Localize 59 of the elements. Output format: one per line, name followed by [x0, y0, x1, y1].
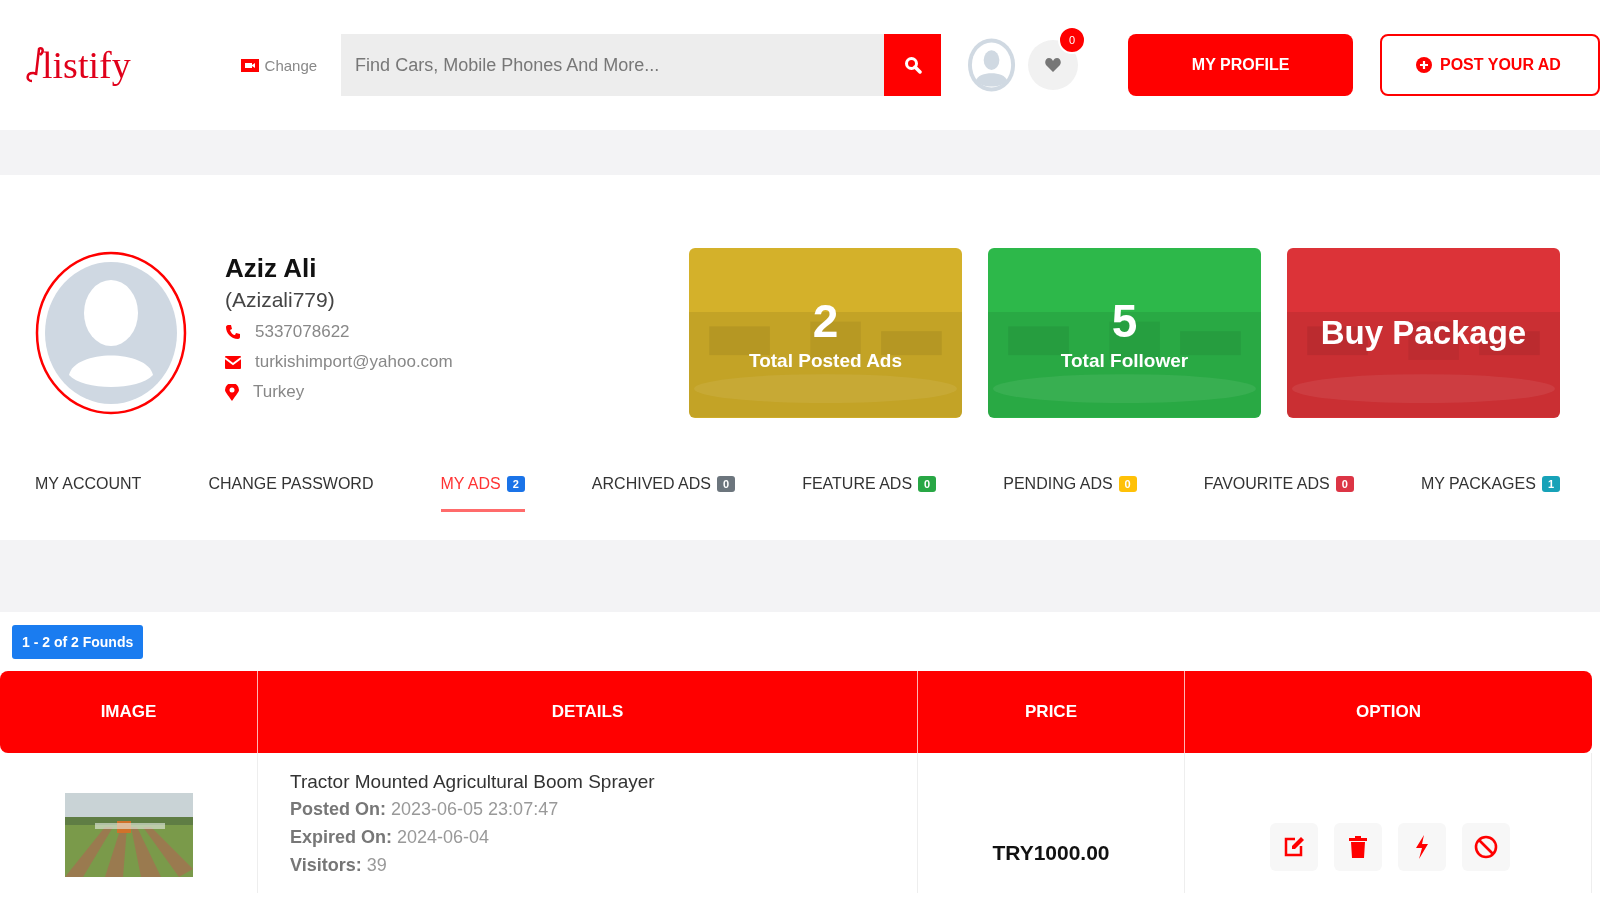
edit-icon [1283, 836, 1305, 858]
feature-button[interactable] [1398, 823, 1446, 871]
user-name: Aziz Ali [225, 253, 318, 284]
tab[interactable]: MY ADS 2 [440, 465, 525, 512]
ad-detail: Visitors: 39 [290, 855, 388, 876]
phone-number: 5337078622 [255, 322, 350, 342]
email-address: turkishimport@yahoo.com [255, 352, 453, 372]
stat-label: Total Follower [1060, 349, 1189, 372]
heart-icon [1045, 58, 1062, 72]
delete-button[interactable] [1334, 823, 1382, 871]
search-field[interactable]: Find Cars, Mobile Phones And More... [341, 34, 885, 96]
plus-circle-icon [1416, 57, 1432, 73]
avatar-icon [35, 250, 187, 415]
deactivate-button[interactable] [1462, 823, 1510, 871]
my-profile-button[interactable]: MY PROFILE [1128, 34, 1353, 96]
logo[interactable]: listify [26, 43, 203, 87]
count-badge: 2 [506, 476, 525, 492]
change-location-button[interactable]: Change [240, 56, 318, 74]
camera-icon [240, 58, 259, 72]
column-header: IMAGE [0, 671, 258, 753]
favourites-count-badge: 0 [1058, 26, 1087, 54]
count-badge: 0 [1118, 476, 1137, 492]
ad-title[interactable]: Tractor Mounted Agricultural Boom Sprayer [290, 771, 917, 793]
ban-icon [1474, 835, 1498, 859]
stat-card[interactable]: Buy Package [1287, 247, 1560, 418]
tab[interactable]: MY ACCOUNT [35, 465, 142, 512]
tab[interactable]: MY PACKAGES 1 [1420, 465, 1560, 512]
results-count-badge: 1 - 2 of 2 Founds [12, 625, 144, 659]
column-header: OPTION [1354, 701, 1423, 723]
location-text: Turkey [253, 382, 305, 402]
edit-button[interactable] [1270, 823, 1318, 871]
post-ad-button[interactable]: POST YOUR AD [1380, 34, 1600, 96]
phone-icon [225, 324, 241, 340]
ad-detail: Expired On: 2024-06-04 [290, 827, 491, 848]
tab[interactable]: FEATURE ADS 0 [802, 465, 937, 512]
stat-label: Buy Package [1320, 313, 1527, 352]
count-badge: 0 [717, 476, 736, 492]
stat-value: 2 [812, 293, 839, 348]
tab[interactable]: FAVOURITE ADS 0 [1203, 465, 1354, 512]
stat-value: 5 [1111, 293, 1138, 348]
tab[interactable]: PENDING ADS 0 [1003, 465, 1137, 512]
tab[interactable]: ARCHIVED ADS 0 [591, 465, 736, 512]
username: (Azizali779) [225, 288, 336, 312]
tab[interactable]: CHANGE PASSWORD [208, 465, 374, 512]
trash-icon [1349, 836, 1367, 858]
column-header: DETAILS [258, 671, 918, 753]
count-badge: 0 [1335, 476, 1354, 492]
logo-text: listify [42, 43, 131, 87]
map-pin-icon [225, 383, 239, 401]
search-button[interactable] [884, 34, 942, 96]
price: TRY1000.00 [992, 841, 1110, 866]
column-header: PRICE [918, 671, 1185, 753]
envelope-icon [225, 355, 241, 369]
stat-label: Total Posted Ads [748, 349, 903, 372]
lightning-icon [1415, 835, 1429, 859]
count-badge: 0 [918, 476, 937, 492]
search-icon [903, 56, 922, 74]
count-badge: 1 [1541, 476, 1560, 492]
ad-detail: Posted On: 2023-06-05 23:07:47 [290, 799, 560, 820]
